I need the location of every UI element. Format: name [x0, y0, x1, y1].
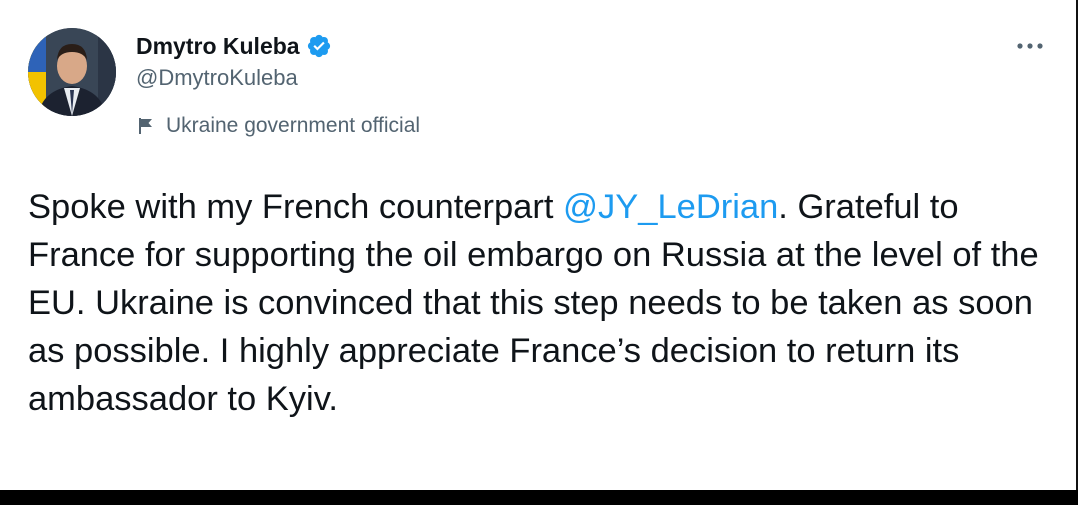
author-handle[interactable]: @DmytroKuleba — [136, 62, 332, 94]
government-label-text: Ukraine government official — [166, 114, 421, 137]
tweet-text: Spoke with my French counterpart @JY_LeD… — [28, 183, 1058, 423]
avatar[interactable] — [28, 28, 116, 116]
verified-badge-icon — [306, 33, 332, 59]
more-horizontal-icon — [1017, 43, 1043, 49]
name-row: Dmytro Kuleba — [136, 30, 332, 62]
mention-link[interactable]: @JY_LeDrian — [563, 188, 778, 226]
government-label: Ukraine government official — [136, 112, 420, 140]
flag-icon — [136, 116, 156, 136]
tweet-text-intro: Spoke with my French counterpart — [28, 188, 563, 226]
bottom-border — [0, 490, 1078, 505]
more-options-button[interactable] — [1010, 30, 1050, 62]
author-block: Dmytro Kuleba @DmytroKuleba — [136, 30, 332, 94]
author-display-name[interactable]: Dmytro Kuleba — [136, 30, 300, 62]
tweet-card: Dmytro Kuleba @DmytroKuleba Ukraine gove… — [0, 0, 1078, 490]
